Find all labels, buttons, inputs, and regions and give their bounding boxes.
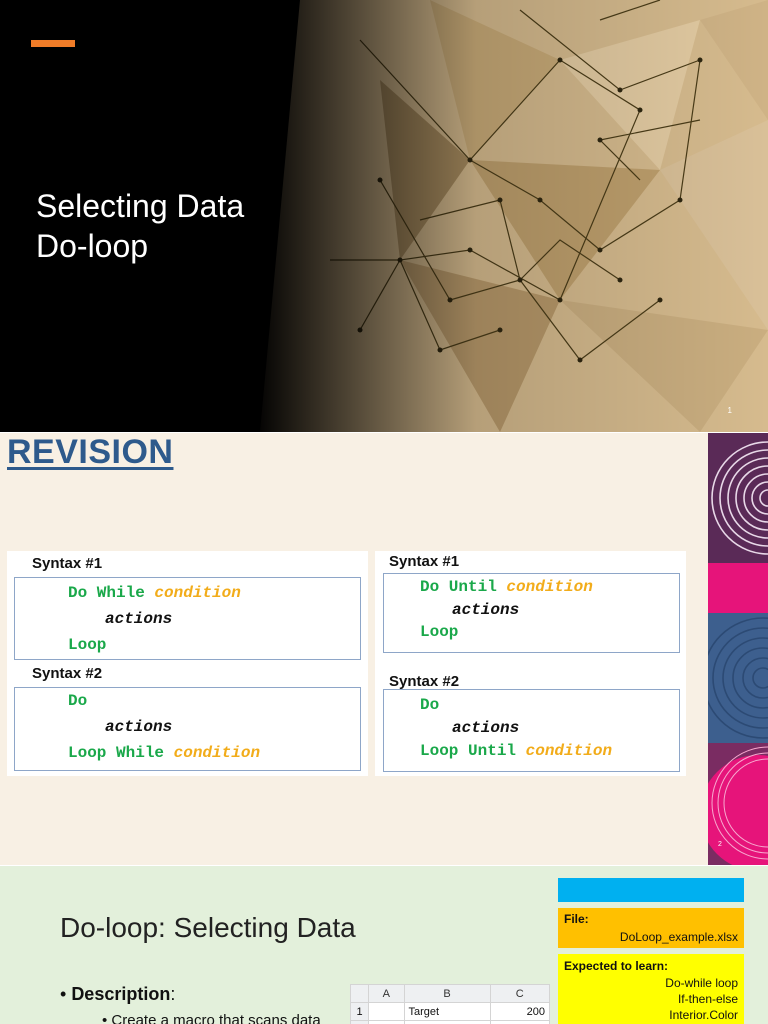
left-loop-while: Loop While [68,744,165,762]
left-syntax1-box: Do While condition actions Loop [14,577,361,660]
column-header: C [489,984,551,1003]
left-condition-2: condition [173,744,261,762]
left-actions-2: actions [105,718,173,736]
title-slide: Selecting Data Do-loop 1 [0,0,768,432]
spreadsheet-preview: A B C 1 Target 200 2 [350,984,551,1024]
left-syntax2-box: Do actions Loop While condition [14,687,361,771]
right-syntax1-box: Do Until condition actions Loop [383,573,680,653]
description-label: Description [71,984,171,1004]
sub-bullet-text: Create a macro that scans data [111,1012,321,1024]
blue-header-bar [558,878,744,902]
file-name: DoLoop_example.xlsx [619,930,738,944]
right-loop-until: Loop Until [420,742,517,760]
right-do: Do [420,696,440,714]
learn-item: Interior.Color [669,1008,738,1022]
left-condition-1: condition [154,584,241,602]
right-syntax2-label: Syntax #2 [389,673,460,690]
revision-heading: REVISION [7,433,174,471]
right-do-until: Do Until [420,578,497,596]
description-colon: : [170,984,176,1004]
left-loop: Loop [68,636,107,654]
file-label: File: [564,912,589,926]
accent-bar [31,40,75,47]
left-syntax-panel: Syntax #1 Do While condition actions Loo… [7,551,368,776]
learn-item: Do-while loop [665,976,738,990]
right-loop: Loop [420,623,459,641]
left-do: Do [68,692,88,710]
revision-slide: REVISION Syntax #1 Do While condition ac… [0,433,768,865]
left-actions-1: actions [105,610,173,628]
row-header: 1 [350,1002,369,1021]
right-syntax2-box: Do actions Loop Until condition [383,689,680,772]
learn-item: If-then-else [677,992,738,1006]
column-header: A [368,984,405,1003]
right-actions-1: actions [452,601,520,619]
cell [403,1020,491,1024]
title-line-2: Do-loop [36,228,149,264]
file-info-box: File: DoLoop_example.xlsx [558,908,744,948]
expected-to-learn-box: Expected to learn: Do-while loop If-then… [558,954,744,1024]
right-actions-2: actions [452,719,520,737]
right-condition-2: condition [525,742,613,760]
page-number: 2 [718,841,722,848]
learn-label: Expected to learn: [564,959,669,973]
corner-cell [350,984,369,1003]
cell [368,1020,405,1024]
left-syntax1-label: Syntax #1 [32,555,103,572]
description-bullet: • Description: [60,984,176,1004]
cell [489,1020,551,1024]
cell: 200 [489,1002,551,1021]
page-number: 1 [727,406,732,415]
cell: Target [403,1002,491,1021]
row-header: 2 [350,1020,369,1024]
left-do-while: Do While [68,584,145,602]
title-line-1: Selecting Data [36,188,245,224]
decorative-circles-strip [708,433,768,865]
selecting-data-slide: Do-loop: Selecting Data • Description: •… [0,866,768,1024]
left-syntax2-label: Syntax #2 [32,665,103,682]
slide-title: Selecting Data Do-loop [36,186,244,266]
sub-bullet: • Create a macro that scans data [102,1012,321,1024]
right-syntax1-label: Syntax #1 [389,553,460,570]
column-header: B [403,984,491,1003]
cell [368,1002,405,1021]
right-condition-1: condition [506,578,593,596]
right-syntax-panel: Syntax #1 Do Until condition actions Loo… [375,551,686,776]
slide-title: Do-loop: Selecting Data [60,912,356,943]
